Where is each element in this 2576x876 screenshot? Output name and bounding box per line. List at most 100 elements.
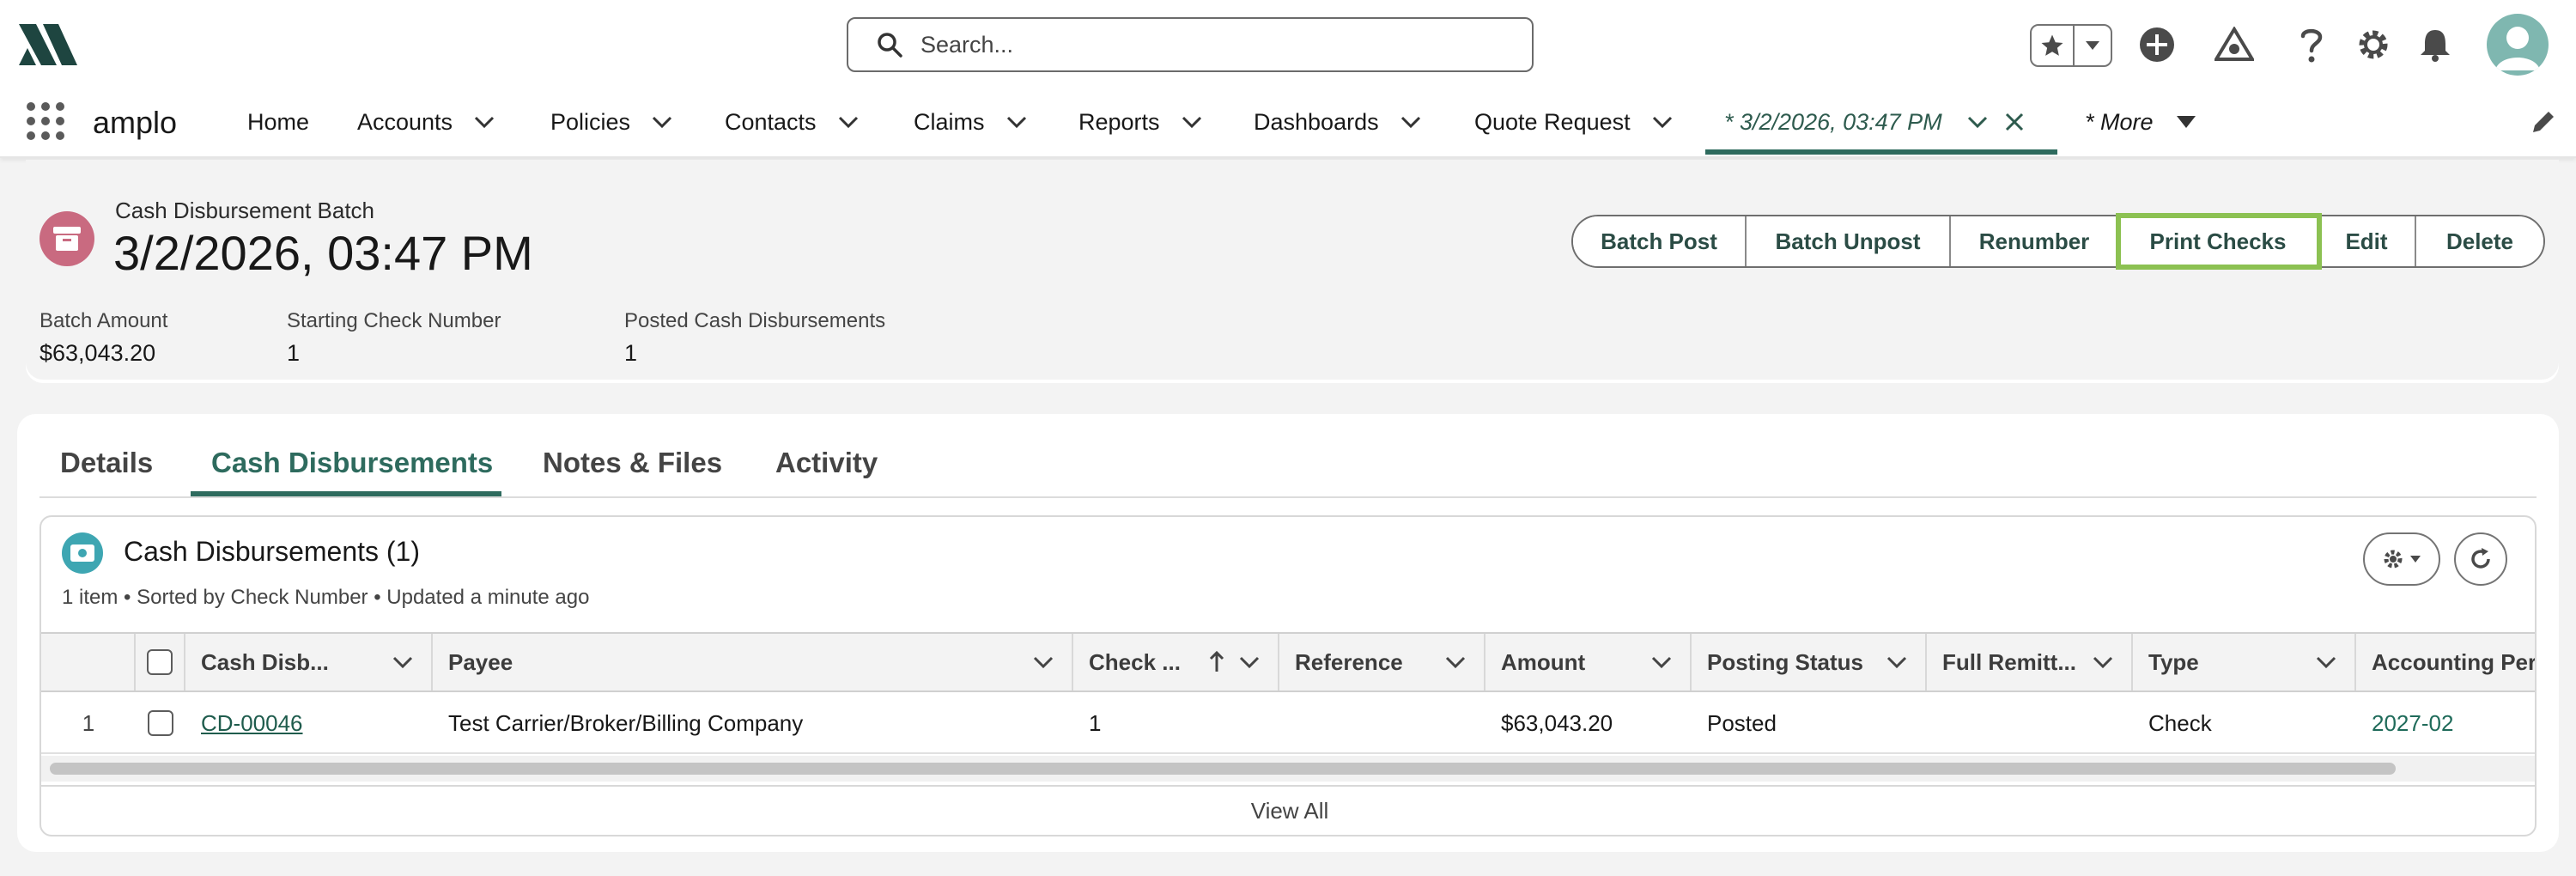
column-header-amount[interactable]: Amount <box>1485 634 1692 690</box>
cash-disbursement-batch-icon <box>39 211 94 266</box>
nav-item-reports[interactable]: Reports <box>1078 88 1203 156</box>
chevron-down-icon[interactable] <box>1238 651 1261 673</box>
logo-icon[interactable] <box>17 17 86 72</box>
related-list-meta: 1 item • Sorted by Check Number • Update… <box>62 586 590 609</box>
chevron-down-icon[interactable] <box>1444 651 1467 673</box>
renumber-button[interactable]: Renumber <box>1951 216 2119 266</box>
posting-status-cell: Posted <box>1707 709 1777 736</box>
edit-button[interactable]: Edit <box>2318 216 2416 266</box>
amount-cell: $63,043.20 <box>1501 709 1613 736</box>
refresh-button[interactable] <box>2454 532 2507 586</box>
app-nav-bar: amplo Home Accounts Policies Contacts Cl… <box>0 88 2576 158</box>
field-starting-check-number: Starting Check Number 1 <box>287 309 501 366</box>
view-all-link[interactable]: View All <box>41 785 2535 835</box>
row-checkbox[interactable] <box>148 710 173 736</box>
chevron-down-icon[interactable] <box>1181 111 1203 133</box>
chevron-down-icon[interactable] <box>1650 651 1673 673</box>
tab-details[interactable]: Details <box>60 447 153 479</box>
chevron-down-icon[interactable] <box>1005 111 1028 133</box>
close-icon[interactable] <box>2004 112 2025 132</box>
notifications-bell-icon[interactable] <box>2413 22 2458 67</box>
app-launcher-icon[interactable] <box>26 101 65 141</box>
favorites-button-group <box>2030 24 2112 67</box>
column-header-full-remittance[interactable]: Full Remitt... <box>1927 634 2133 690</box>
chevron-down-icon[interactable] <box>651 111 673 133</box>
gear-icon <box>2384 550 2403 569</box>
check-number-cell: 1 <box>1089 709 1102 736</box>
favorites-star-icon[interactable] <box>2032 26 2075 65</box>
table-row: 1 CD-00046 Test Carrier/Broker/Billing C… <box>41 692 2535 754</box>
column-header-type[interactable]: Type <box>2133 634 2356 690</box>
chevron-down-icon[interactable] <box>2075 26 2111 65</box>
chevron-down-icon[interactable] <box>2092 651 2114 673</box>
record-actions: Batch Post Batch Unpost Renumber Print C… <box>1571 213 2545 270</box>
active-tab-underline <box>1705 149 2057 155</box>
chevron-down-icon[interactable] <box>1400 111 1422 133</box>
avatar-icon[interactable] <box>2487 14 2549 76</box>
nav-item-claims[interactable]: Claims <box>914 88 1028 156</box>
chevron-down-icon[interactable] <box>1032 651 1054 673</box>
nav-item-dashboards[interactable]: Dashboards <box>1254 88 1422 156</box>
list-settings-button[interactable] <box>2363 532 2440 586</box>
scrollbar-thumb[interactable] <box>50 763 2396 775</box>
cash-disbursement-link[interactable]: CD-00046 <box>201 710 303 737</box>
batch-post-button[interactable]: Batch Post <box>1573 216 1747 266</box>
table-header: Cash Disb... Payee Check ... Reference A… <box>41 632 2535 692</box>
select-all-header <box>136 634 185 690</box>
delete-button[interactable]: Delete <box>2416 216 2543 266</box>
batch-unpost-button[interactable]: Batch Unpost <box>1747 216 1951 266</box>
nav-item-home[interactable]: Home <box>247 88 309 156</box>
sort-ascending-icon <box>1209 651 1224 672</box>
tab-cash-disbursements[interactable]: Cash Disbursements <box>211 447 493 479</box>
chevron-down-icon[interactable] <box>1966 111 1989 133</box>
column-header-payee[interactable]: Payee <box>433 634 1073 690</box>
field-batch-amount: Batch Amount $63,043.20 <box>39 309 168 366</box>
column-header-accounting-period[interactable]: Accounting Period <box>2356 634 2535 690</box>
tab-notes-files[interactable]: Notes & Files <box>543 447 722 479</box>
refresh-icon <box>2471 548 2490 569</box>
tabs-divider <box>39 496 2537 498</box>
chevron-down-icon[interactable] <box>473 111 495 133</box>
chevron-down-icon[interactable] <box>1651 111 1674 133</box>
field-posted-cash-disbursements: Posted Cash Disbursements 1 <box>624 309 886 366</box>
cash-icon <box>62 532 103 574</box>
nav-item-policies[interactable]: Policies <box>550 88 673 156</box>
chevron-down-icon[interactable] <box>392 651 414 673</box>
record-type-label: Cash Disbursement Batch <box>115 198 375 223</box>
chevron-down-icon[interactable] <box>1886 651 1908 673</box>
setup-gear-icon[interactable] <box>2351 22 2396 67</box>
app-name: amplo <box>93 105 178 140</box>
print-checks-button[interactable]: Print Checks <box>2116 213 2322 270</box>
nav-item-contacts[interactable]: Contacts <box>725 88 860 156</box>
global-search[interactable] <box>847 17 1534 72</box>
help-icon[interactable] <box>2289 22 2334 67</box>
row-number-header <box>41 634 136 690</box>
nav-item-quote-request[interactable]: Quote Request <box>1474 88 1674 156</box>
caret-down-icon[interactable] <box>2176 115 2196 129</box>
horizontal-scrollbar[interactable] <box>41 756 2535 782</box>
select-all-checkbox[interactable] <box>147 649 173 675</box>
row-number: 1 <box>82 709 95 736</box>
tab-activity[interactable]: Activity <box>775 447 878 479</box>
global-header <box>0 0 2576 88</box>
reference-cell <box>1295 692 1485 754</box>
nav-item-more[interactable]: * More <box>2085 88 2196 156</box>
accounting-period-link[interactable]: 2027-02 <box>2372 710 2453 737</box>
nav-item-active-record-tab[interactable]: * 3/2/2026, 03:47 PM <box>1724 88 2025 156</box>
related-list-title[interactable]: Cash Disbursements (1) <box>124 536 420 568</box>
search-input[interactable] <box>920 31 1504 58</box>
search-icon <box>876 31 903 58</box>
edit-nav-pencil-icon[interactable] <box>2530 108 2557 136</box>
trailhead-icon[interactable] <box>2212 22 2257 67</box>
accounting-period-cell: 2027-02 <box>2372 692 2535 754</box>
column-header-check[interactable]: Check ... <box>1073 634 1279 690</box>
column-header-reference[interactable]: Reference <box>1279 634 1485 690</box>
column-header-posting-status[interactable]: Posting Status <box>1692 634 1927 690</box>
nav-item-accounts[interactable]: Accounts <box>357 88 495 156</box>
cash-disbursement-cell: CD-00046 <box>201 692 433 754</box>
chevron-down-icon[interactable] <box>2315 651 2337 673</box>
full-remittance-cell <box>1942 692 2133 754</box>
add-icon[interactable] <box>2135 22 2179 67</box>
chevron-down-icon[interactable] <box>837 111 860 133</box>
column-header-cash-disbursement[interactable]: Cash Disb... <box>185 634 433 690</box>
